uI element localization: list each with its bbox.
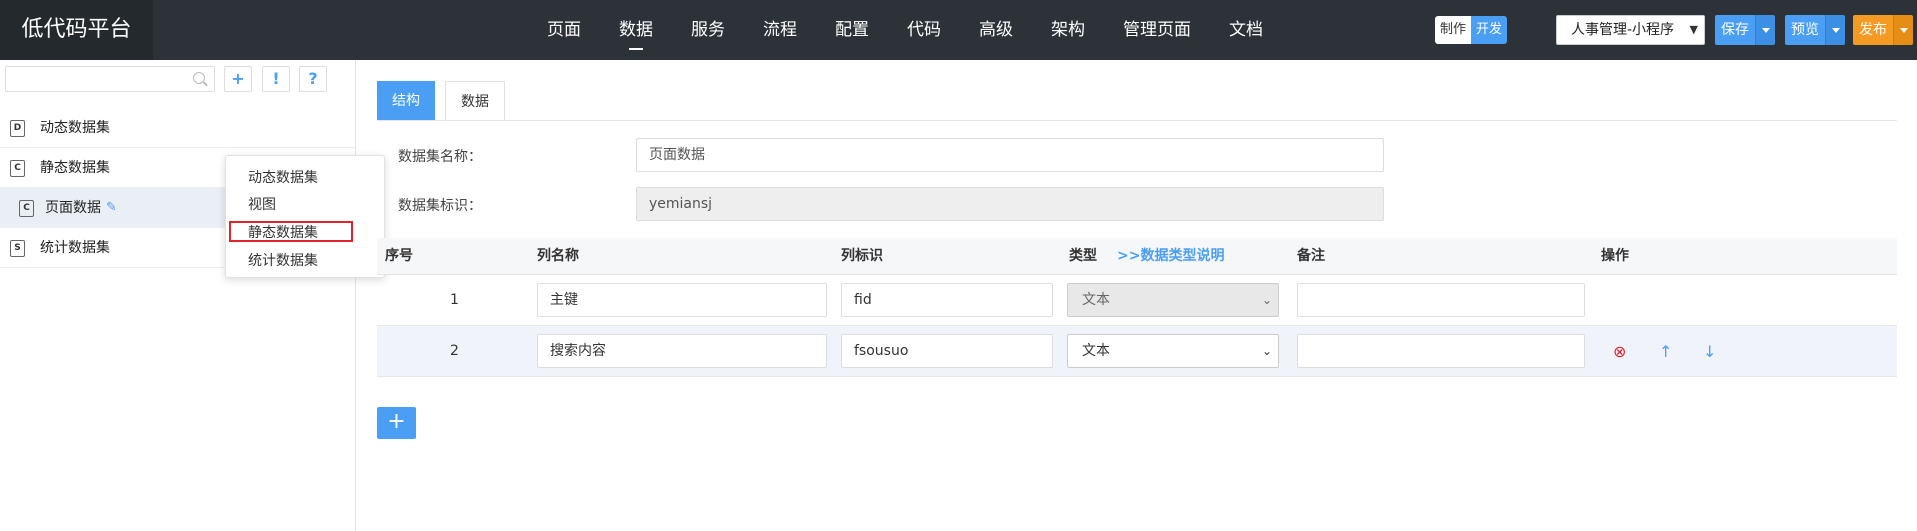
column-type-value: 文本 xyxy=(1082,343,1110,359)
tabs-divider xyxy=(377,120,1897,121)
column-name-input[interactable]: 搜索内容 xyxy=(537,334,827,368)
nav-item-service[interactable]: 服务 xyxy=(672,0,744,60)
menu-item-view[interactable]: 视图 xyxy=(248,194,276,214)
dataset-name-label: 数据集名称： xyxy=(398,149,482,165)
table-row: 2 搜索内容 fsousuo 文本 ⌄ ⊗ ↑ ↓ xyxy=(377,326,1897,377)
project-select-value: 人事管理-小程序 xyxy=(1571,22,1675,38)
save-dropdown-caret-icon[interactable] xyxy=(1755,15,1775,45)
tree-item-label: 动态数据集 xyxy=(40,120,110,136)
nav-item-code[interactable]: 代码 xyxy=(888,0,960,60)
col-header-seq: 序号 xyxy=(385,248,413,264)
chevron-down-icon: ▼ xyxy=(1689,23,1698,36)
save-button-label: 保存 xyxy=(1715,15,1755,45)
delete-row-icon[interactable]: ⊗ xyxy=(1613,326,1626,377)
col-header-id: 列标识 xyxy=(841,248,883,264)
nav-item-flow[interactable]: 流程 xyxy=(744,0,816,60)
move-down-icon[interactable]: ↓ xyxy=(1703,326,1716,377)
menu-item-stat-dataset[interactable]: 统计数据集 xyxy=(248,250,318,270)
brand-logo: 低代码平台 xyxy=(0,0,153,60)
tab-structure[interactable]: 结构 xyxy=(377,81,435,121)
highlight-box xyxy=(229,221,353,242)
column-remark-input[interactable] xyxy=(1297,334,1585,368)
preview-button[interactable]: 预览 xyxy=(1785,15,1845,45)
tree-item-label: 页面数据 xyxy=(45,200,101,216)
publish-dropdown-caret-icon[interactable] xyxy=(1893,15,1913,45)
col-header-name: 列名称 xyxy=(537,248,579,264)
column-remark-input[interactable] xyxy=(1297,283,1585,317)
sidebar-search-input[interactable] xyxy=(5,66,215,92)
chevron-down-icon: ⌄ xyxy=(1261,293,1272,307)
add-row-button[interactable]: + xyxy=(377,407,416,439)
dataset-name-field[interactable]: 页面数据 xyxy=(636,138,1384,172)
chevron-down-icon: ⌄ xyxy=(1261,344,1272,358)
nav-item-architecture[interactable]: 架构 xyxy=(1032,0,1104,60)
move-up-icon[interactable]: ↑ xyxy=(1659,326,1672,377)
help-button[interactable]: ? xyxy=(299,66,327,92)
nav-item-docs[interactable]: 文档 xyxy=(1210,0,1282,60)
preview-dropdown-caret-icon[interactable] xyxy=(1825,15,1845,45)
dataset-id-field: yemiansj xyxy=(636,187,1384,221)
add-dataset-button[interactable]: + xyxy=(224,66,252,92)
publish-button[interactable]: 发布 xyxy=(1853,15,1913,45)
dataset-id-label: 数据集标识： xyxy=(398,198,482,214)
menu-item-dynamic-dataset[interactable]: 动态数据集 xyxy=(248,167,318,187)
save-button[interactable]: 保存 xyxy=(1715,15,1775,45)
mode-make-button[interactable]: 制作 xyxy=(1435,16,1472,44)
tree-item-dynamic-datasets[interactable]: D 动态数据集 xyxy=(0,108,355,148)
mode-dev-button[interactable]: 开发 xyxy=(1471,16,1508,44)
column-name-input[interactable]: 主键 xyxy=(537,283,827,317)
tree-item-label: 统计数据集 xyxy=(40,240,110,256)
sidebar: + ! ? D 动态数据集 C 静态数据集 C 页面数据 ✎ S 统计数据集 动… xyxy=(0,60,385,531)
tree-item-label: 静态数据集 xyxy=(40,160,110,176)
nav-item-admin-pages[interactable]: 管理页面 xyxy=(1104,0,1210,60)
data-type-help-link[interactable]: >>数据类型说明 xyxy=(1117,238,1224,275)
nav-item-advanced[interactable]: 高级 xyxy=(960,0,1032,60)
warning-button[interactable]: ! xyxy=(262,66,290,92)
mode-toggle: 制作 开发 xyxy=(1435,16,1508,44)
column-type-value: 文本 xyxy=(1082,292,1110,308)
edit-pencil-icon[interactable]: ✎ xyxy=(106,188,117,228)
col-header-type: 类型 xyxy=(1069,248,1097,264)
column-id-input[interactable]: fid xyxy=(841,283,1053,317)
dataset-static-icon: C xyxy=(10,160,25,177)
nav-item-config[interactable]: 配置 xyxy=(816,0,888,60)
column-type-select[interactable]: 文本 ⌄ xyxy=(1067,334,1279,368)
top-bar: 低代码平台 页面 数据 服务 流程 配置 代码 高级 架构 管理页面 文档 制作… xyxy=(0,0,1917,60)
dataset-dynamic-icon: D xyxy=(10,120,25,137)
main-nav: 页面 数据 服务 流程 配置 代码 高级 架构 管理页面 文档 xyxy=(528,0,1282,60)
preview-button-label: 预览 xyxy=(1785,15,1825,45)
tab-data[interactable]: 数据 xyxy=(445,81,505,121)
columns-table-header: 序号 列名称 列标识 类型 >>数据类型说明 备注 操作 xyxy=(377,238,1897,275)
nav-item-page[interactable]: 页面 xyxy=(528,0,600,60)
main-tabs: 结构 数据 xyxy=(377,81,515,121)
add-dataset-menu: 动态数据集 视图 静态数据集 统计数据集 xyxy=(225,155,385,278)
row-seq: 2 xyxy=(450,343,459,359)
col-header-ops: 操作 xyxy=(1601,248,1629,264)
nav-item-data[interactable]: 数据 xyxy=(600,0,672,60)
project-select[interactable]: 人事管理-小程序 ▼ xyxy=(1556,15,1705,45)
search-icon xyxy=(193,72,205,84)
column-type-select: 文本 ⌄ xyxy=(1067,283,1279,317)
dataset-static-icon: C xyxy=(19,200,34,217)
table-row: 1 主键 fid 文本 ⌄ xyxy=(377,275,1897,326)
row-seq: 1 xyxy=(450,292,459,308)
publish-button-label: 发布 xyxy=(1853,15,1893,45)
column-id-input[interactable]: fsousuo xyxy=(841,334,1053,368)
col-header-remark: 备注 xyxy=(1297,248,1325,264)
dataset-stat-icon: S xyxy=(10,240,25,257)
